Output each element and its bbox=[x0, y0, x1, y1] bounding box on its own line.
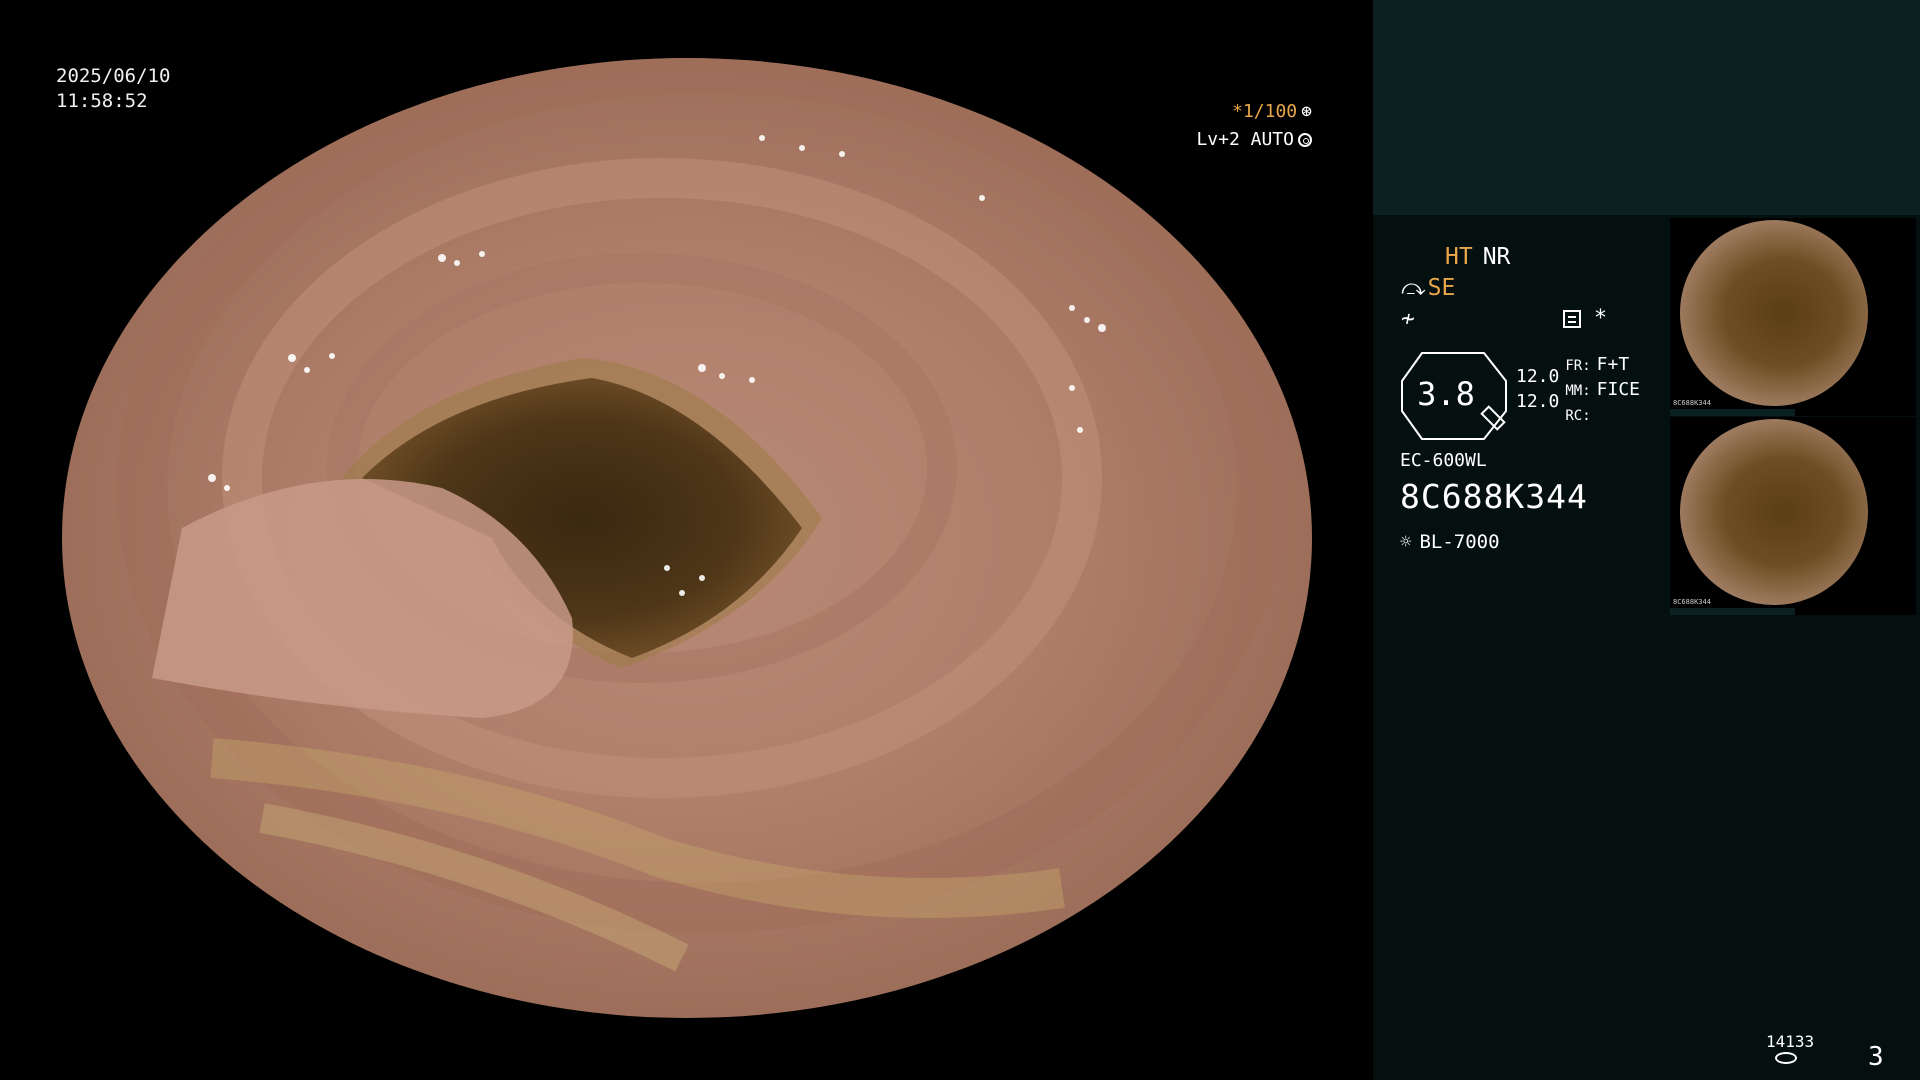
settings-list-icon bbox=[1563, 309, 1581, 328]
mm-label: MM: bbox=[1565, 383, 1591, 399]
date-label: 2025/06/10 bbox=[56, 65, 171, 87]
ht-indicator: HT bbox=[1445, 244, 1473, 270]
info-panel: HT NR ⤼ SE ≁ * 3.8 12.0 12.0 FR: MM: RC: bbox=[1373, 0, 1920, 1080]
captured-thumbnail-1[interactable]: 8C688K344 bbox=[1670, 218, 1916, 416]
endoscopic-image bbox=[62, 58, 1312, 1018]
endoscope-view: 2025/06/10 11:58:52 *1/100 ⊛ Lv+2 AUTO bbox=[0, 0, 1372, 1080]
light-source-icon: ☼ bbox=[1400, 531, 1412, 553]
scope-parameters: 12.0 12.0 FR: MM: RC: F+T FICE bbox=[1516, 352, 1640, 429]
fr-label: FR: bbox=[1565, 358, 1591, 374]
status-icons: * bbox=[1563, 306, 1606, 331]
light-source: ☼ BL-7000 bbox=[1400, 531, 1500, 553]
structure-enhance-icon: ⤼ bbox=[1401, 275, 1426, 301]
iris-mode: Lv+2 AUTO bbox=[1196, 129, 1294, 150]
thumbnail-bar-2 bbox=[1670, 608, 1795, 615]
mm-value: FICE bbox=[1596, 379, 1641, 400]
page-number: 3 bbox=[1868, 1042, 1884, 1072]
shutter-icon: ⊛ bbox=[1301, 101, 1312, 122]
image-count: 14133 bbox=[1766, 1032, 1815, 1051]
fr-value: F+T bbox=[1596, 354, 1630, 375]
thumbnail-image-2 bbox=[1680, 419, 1868, 605]
storage-icon bbox=[1775, 1052, 1797, 1064]
rc-label: RC: bbox=[1565, 408, 1591, 424]
param-value-2: 12.0 bbox=[1516, 391, 1560, 412]
asterisk-indicator: * bbox=[1595, 306, 1606, 331]
color-enhance-icon: ≁ bbox=[1401, 306, 1415, 332]
exposure-info: *1/100 ⊛ Lv+2 AUTO bbox=[52, 98, 1372, 154]
thumbnail-caption-2: 8C688K344 bbox=[1673, 598, 1711, 606]
nr-indicator: NR bbox=[1482, 244, 1511, 270]
thumbnail-bar-1 bbox=[1670, 409, 1795, 416]
zoom-value: 3.8 bbox=[1417, 375, 1475, 413]
thumbnail-caption-1: 8C688K344 bbox=[1673, 399, 1711, 407]
thumbnail-image-1 bbox=[1680, 220, 1868, 406]
captured-thumbnail-2[interactable]: 8C688K344 bbox=[1670, 417, 1916, 615]
panel-header-area bbox=[1373, 0, 1920, 215]
shutter-speed: *1/100 bbox=[1232, 101, 1298, 122]
iris-icon bbox=[1298, 133, 1312, 147]
light-source-label: BL-7000 bbox=[1419, 531, 1500, 553]
scope-model: EC-600WL bbox=[1400, 450, 1487, 471]
scope-serial: 8C688K344 bbox=[1400, 477, 1588, 516]
se-indicator: SE bbox=[1427, 275, 1456, 301]
zoom-indicator: 3.8 bbox=[1400, 351, 1510, 441]
mucosa-illustration bbox=[117, 58, 1287, 972]
param-value-1: 12.0 bbox=[1516, 366, 1560, 387]
mode-indicators: HT NR ⤼ SE ≁ bbox=[1401, 242, 1511, 335]
